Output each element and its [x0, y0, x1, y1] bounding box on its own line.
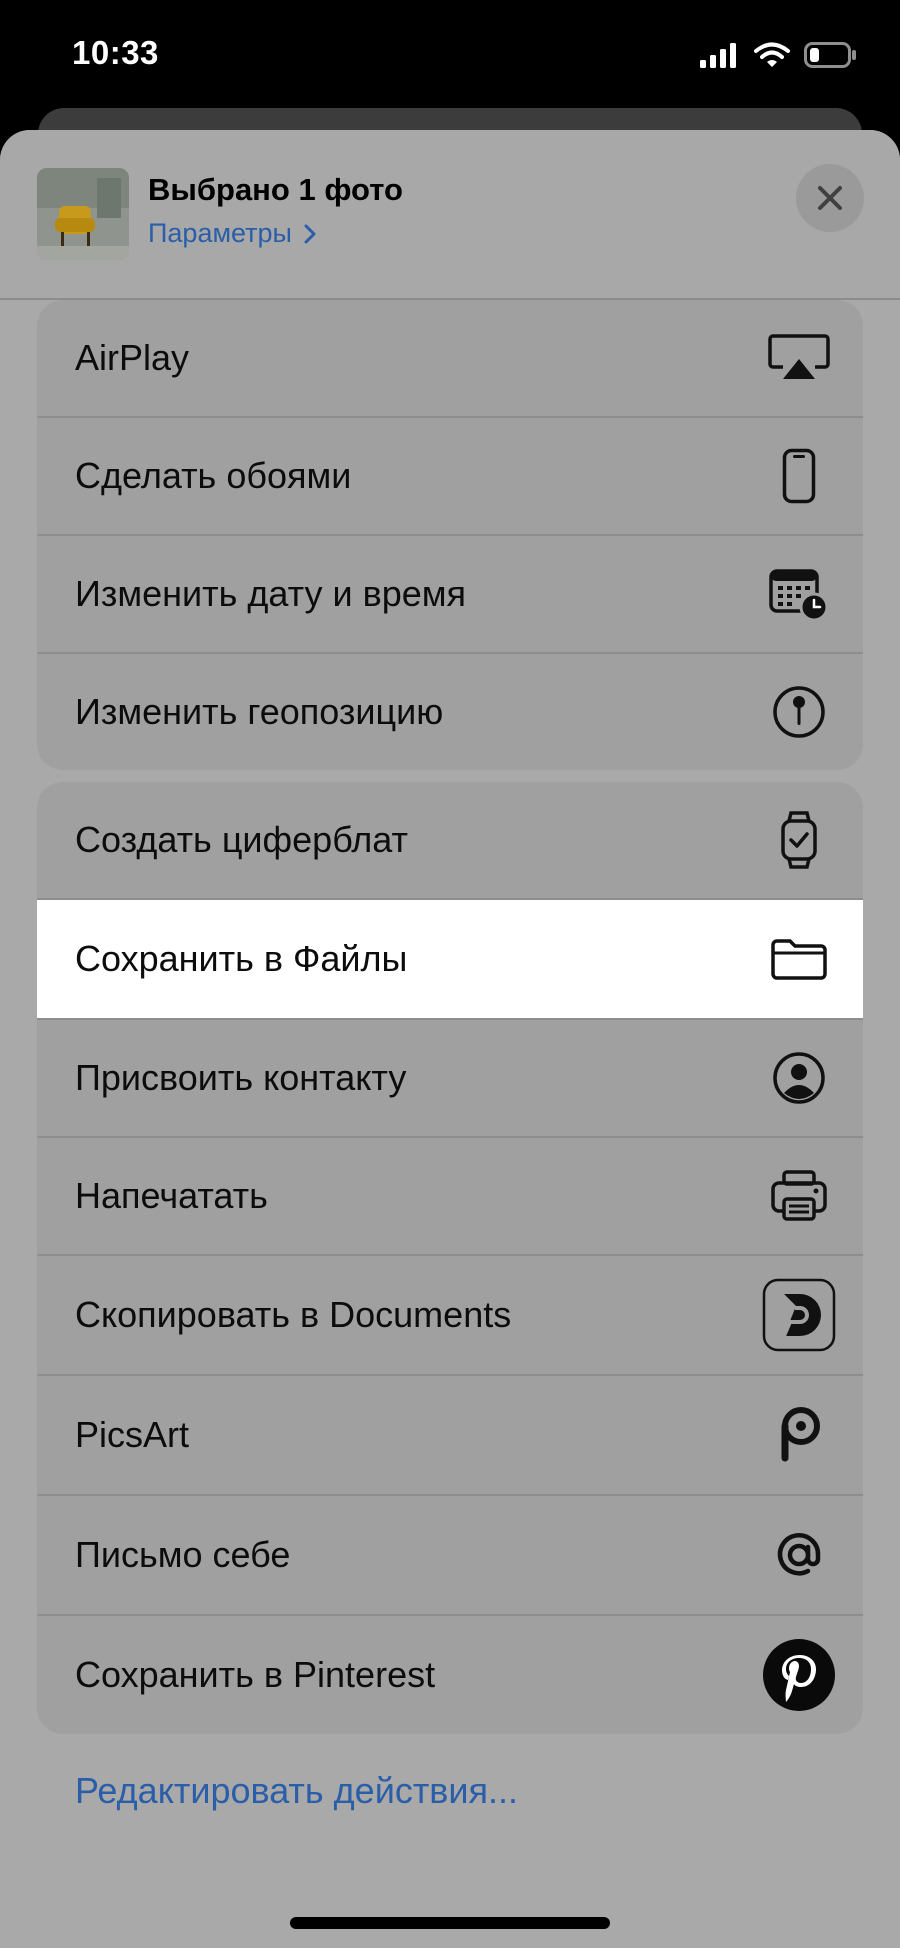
location-pin-icon [759, 672, 839, 752]
action-change-date-time[interactable]: Изменить дату и время [37, 536, 863, 654]
printer-icon [759, 1156, 839, 1236]
action-label: Сделать обоями [75, 455, 352, 496]
status-time: 10:33 [72, 34, 159, 71]
action-label: Присвоить контакту [75, 1057, 407, 1098]
battery-icon [804, 42, 856, 68]
home-indicator [290, 1917, 610, 1929]
folder-icon [759, 919, 839, 999]
airplay-icon [759, 318, 839, 398]
at-sign-icon [759, 1515, 839, 1595]
status-icons [700, 42, 858, 68]
action-picsart[interactable]: PicsArt [37, 1376, 863, 1496]
pinterest-icon [759, 1635, 839, 1715]
photo-thumbnail [37, 168, 129, 260]
action-label: Письмо себе [75, 1534, 291, 1575]
action-change-location[interactable]: Изменить геопозицию [37, 654, 863, 770]
edit-actions-link[interactable]: Редактировать действия... [75, 1770, 518, 1812]
action-label: Изменить дату и время [75, 573, 467, 614]
action-label: AirPlay [75, 337, 190, 378]
header-title: Выбрано 1 фото [148, 172, 403, 207]
action-label: Сохранить в Файлы [75, 938, 408, 979]
status-bar: 10:33 [0, 0, 900, 110]
share-sheet-header: Выбрано 1 фото Параметры [0, 130, 900, 300]
action-email-self[interactable]: Письмо себе [37, 1496, 863, 1616]
actions-group-1: AirPlay Сделать обоями Изменить дату и в… [37, 300, 863, 770]
watch-icon [759, 800, 839, 880]
action-save-to-pinterest[interactable]: Сохранить в Pinterest [37, 1616, 863, 1734]
action-print[interactable]: Напечатать [37, 1138, 863, 1256]
phone-icon [759, 436, 839, 516]
action-label: Изменить геопозицию [75, 691, 444, 732]
action-label: PicsArt [75, 1414, 190, 1455]
action-set-wallpaper[interactable]: Сделать обоями [37, 418, 863, 536]
action-assign-to-contact[interactable]: Присвоить контакту [37, 1020, 863, 1138]
close-button[interactable] [796, 164, 864, 232]
cellular-signal-icon [700, 43, 736, 68]
action-airplay[interactable]: AirPlay [37, 300, 863, 418]
action-save-to-files[interactable]: Сохранить в Файлы [37, 900, 863, 1020]
calendar-clock-icon [759, 554, 839, 634]
wifi-icon [754, 42, 790, 67]
options-link[interactable]: Параметры [148, 218, 316, 249]
chevron-right-icon [304, 224, 316, 243]
options-link-label: Параметры [148, 218, 292, 248]
action-create-watch-face[interactable]: Создать циферблат [37, 782, 863, 900]
action-label: Создать циферблат [75, 819, 408, 860]
action-label: Скопировать в Documents [75, 1294, 512, 1335]
picsart-icon [759, 1395, 839, 1475]
actions-group-2: Создать циферблат Сохранить в Файлы Прис… [37, 782, 863, 1734]
documents-app-icon [759, 1275, 839, 1355]
action-label: Напечатать [75, 1175, 268, 1216]
action-copy-to-documents[interactable]: Скопировать в Documents [37, 1256, 863, 1376]
contact-icon [759, 1038, 839, 1118]
share-sheet: Выбрано 1 фото Параметры AirPlay Сделать [0, 130, 900, 1948]
action-label: Сохранить в Pinterest [75, 1654, 436, 1695]
close-icon [818, 186, 842, 210]
